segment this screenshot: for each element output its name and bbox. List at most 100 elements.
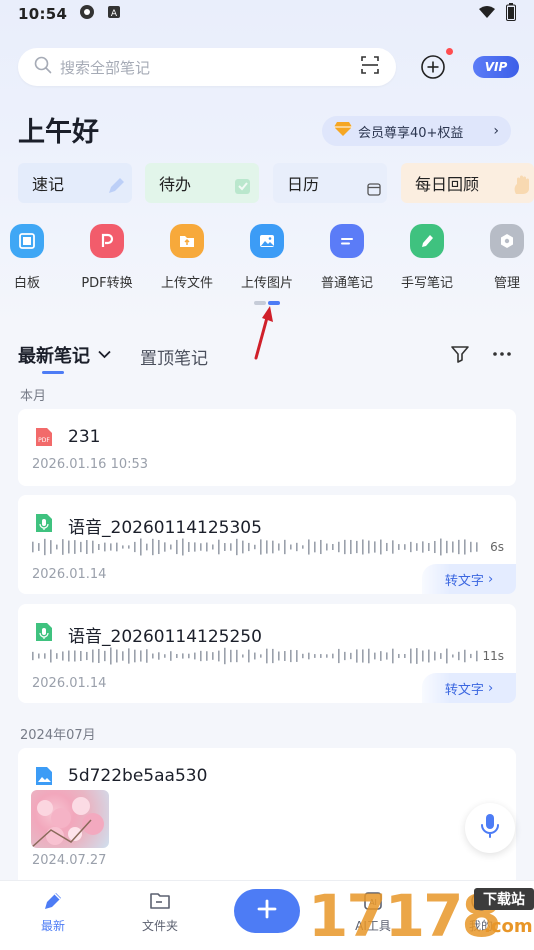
quick-card-todo[interactable]: 待办 <box>145 163 259 203</box>
waveform-bar <box>218 650 220 662</box>
notes-tabs: 最新笔记 置顶笔记 <box>18 340 518 374</box>
tool-label: 上传文件 <box>160 276 213 291</box>
note-card-image[interactable]: 5d722be5aa530 2024.07.27 <box>18 748 516 880</box>
waveform-bar <box>134 541 136 553</box>
quick-card-shorthand[interactable]: 速记 <box>18 163 132 203</box>
convert-to-text-button[interactable]: 转文字 › <box>422 564 516 594</box>
note-card-voice-2[interactable]: 语音_20260114125250 11s 2026.01.14 转文字 › <box>18 604 516 703</box>
tool-upload-file[interactable]: 上传文件 <box>152 224 222 291</box>
section-2024-07: 2024年07月 <box>20 728 96 743</box>
waveform-bar <box>350 652 352 660</box>
voice-file-icon <box>35 513 53 533</box>
quick-card-label: 每日回顾 <box>415 175 480 194</box>
waveform-bar <box>374 541 376 553</box>
waveform-bar <box>278 543 280 551</box>
nav-folders[interactable]: 文件夹 <box>125 889 195 934</box>
member-benefits-button[interactable]: 会员尊享40+权益 › <box>322 116 511 146</box>
waveform-bar <box>284 539 286 555</box>
waveform-bar <box>68 540 70 554</box>
nav-label: 最新 <box>40 919 65 933</box>
quick-card-calendar[interactable]: 日历 <box>273 163 387 203</box>
bottom-navigation: 最新 文件夹 AI AI工具 我的 <box>0 880 534 950</box>
more-icon[interactable] <box>492 344 512 364</box>
quick-card-label: 速记 <box>32 175 65 194</box>
waveform-bar <box>188 542 190 552</box>
status-time: 10:54 <box>18 5 68 23</box>
add-note-button[interactable] <box>234 889 300 933</box>
tools-row: 白板 PDF转换 上传文件 上传图片 普通笔记 手写笔记 管理 <box>0 224 534 299</box>
waveform-bar <box>92 649 94 663</box>
quick-card-label: 日历 <box>287 175 320 194</box>
nav-label: 我的 <box>468 919 493 933</box>
section-this-month: 本月 <box>20 389 47 404</box>
note-date: 2026.01.14 <box>32 676 107 691</box>
recent-notes-icon <box>41 889 65 913</box>
quick-card-daily-review[interactable]: 每日回顾 <box>401 163 534 203</box>
tool-label: 手写笔记 <box>400 276 453 291</box>
cherry-blossom-thumbnail[interactable] <box>31 790 109 848</box>
tool-whiteboard[interactable]: 白板 <box>0 224 62 291</box>
waveform-bar <box>194 542 196 552</box>
waveform-bar <box>146 649 148 663</box>
waveform-bar <box>434 540 436 554</box>
waveform-bar <box>74 650 76 662</box>
note-card-voice-1[interactable]: 语音_20260114125305 6s 2026.01.14 转文字 › <box>18 495 516 594</box>
tab-latest-notes[interactable]: 最新笔记 <box>18 342 111 368</box>
nav-recent[interactable]: 最新 <box>18 889 88 934</box>
waveform-bar <box>464 539 466 555</box>
status-bar: 10:54 A <box>0 0 534 28</box>
waveform-bar <box>254 544 256 550</box>
waveform-bar <box>266 648 268 664</box>
tool-label: 白板 <box>13 276 40 291</box>
waveform-bar <box>428 542 430 552</box>
whiteboard-icon <box>10 224 44 258</box>
waveform-bar <box>344 651 346 661</box>
vip-badge[interactable]: VIP <box>473 56 519 78</box>
note-title: 5d722be5aa530 <box>68 766 208 786</box>
waveform-bar <box>56 653 58 659</box>
waveform-bar <box>314 654 316 658</box>
waveform-bar <box>104 542 106 552</box>
tool-normal-note[interactable]: 普通笔记 <box>312 224 382 291</box>
waveform-bar <box>170 651 172 661</box>
tool-handwrite-note[interactable]: 手写笔记 <box>392 224 462 291</box>
waveform-bar <box>200 543 202 551</box>
add-circle-icon[interactable] <box>420 54 446 80</box>
note-title: 231 <box>68 427 101 447</box>
scan-icon[interactable] <box>360 55 380 79</box>
tab-pinned-notes[interactable]: 置顶笔记 <box>140 344 208 369</box>
voice-record-button[interactable] <box>465 803 515 853</box>
pencil-icon <box>106 176 126 201</box>
waveform-bar <box>410 648 412 664</box>
note-card-pdf[interactable]: PDF 231 2026.01.16 10:53 <box>18 409 516 486</box>
filter-icon[interactable] <box>450 344 470 364</box>
note-date: 2026.01.14 <box>32 567 107 582</box>
waveform-bar <box>302 545 304 549</box>
notification-dot <box>446 48 453 55</box>
waveform-bar <box>116 542 118 552</box>
waveform-bar <box>86 540 88 554</box>
tool-upload-image[interactable]: 上传图片 <box>232 224 302 291</box>
waveform-bar <box>152 653 154 659</box>
waveform-bar <box>392 648 394 664</box>
waveform-bar <box>128 545 130 549</box>
waveform-bar <box>392 540 394 554</box>
tool-pdf-convert[interactable]: PDF转换 <box>72 224 142 291</box>
audio-waveform <box>32 538 478 556</box>
tab-label: 最新笔记 <box>18 346 90 367</box>
member-benefits-label: 会员尊享40+权益 <box>358 125 464 141</box>
waveform-bar <box>200 650 202 662</box>
nav-mine[interactable]: 我的 <box>446 889 516 934</box>
waveform-bar <box>224 647 226 665</box>
search-input[interactable]: 搜索全部笔记 <box>18 48 396 86</box>
waveform-bar <box>164 542 166 552</box>
search-row: 搜索全部笔记 VIP <box>18 48 519 86</box>
waveform-bar <box>182 653 184 659</box>
waveform-bar <box>386 542 388 552</box>
convert-to-text-button[interactable]: 转文字 › <box>422 673 516 703</box>
nav-ai-tools[interactable]: AI AI工具 <box>338 889 408 934</box>
tool-manage[interactable]: 管理 <box>472 224 534 291</box>
waveform-bar <box>98 648 100 664</box>
waveform-bar <box>320 539 322 555</box>
waveform-bar <box>176 539 178 555</box>
